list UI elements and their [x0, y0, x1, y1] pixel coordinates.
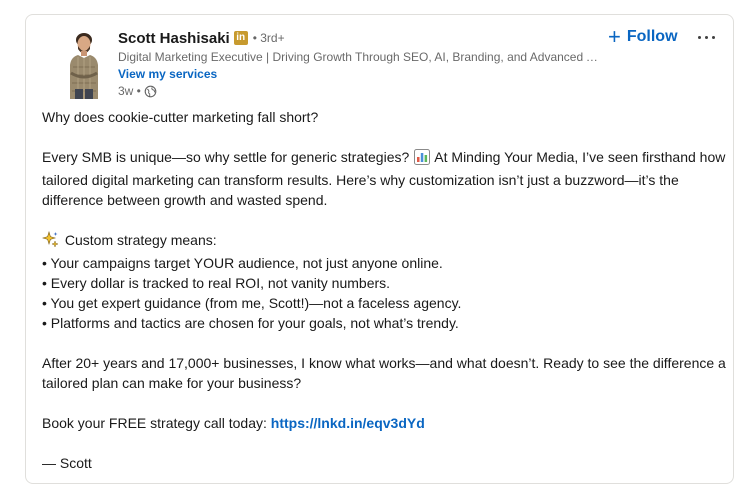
author-avatar[interactable]: [60, 27, 108, 99]
globe-icon: [144, 85, 157, 98]
cta-line: Book your FREE strategy call today: http…: [42, 413, 727, 433]
bullet-item: • Your campaigns target YOUR audience, n…: [42, 255, 443, 271]
bullet-item: • Every dollar is tracked to real ROI, n…: [42, 275, 391, 291]
post-line-question: Why does cookie-cutter marketing fall sh…: [42, 109, 319, 125]
author-name-row: Scott Hashisaki in • 3rd+: [118, 28, 618, 48]
strategy-heading-line: Custom strategy means:: [41, 230, 727, 253]
linkedin-premium-badge-icon: in: [233, 31, 248, 45]
post-paragraph-intro: Every SMB is unique—so why settle for ge…: [42, 147, 727, 210]
author-name[interactable]: Scott Hashisaki: [118, 30, 230, 47]
bullet-item: • You get expert guidance (from me, Scot…: [42, 295, 462, 311]
post-signoff: — Scott: [42, 455, 92, 471]
ellipsis-dot-icon: [704, 35, 708, 39]
post-meta: 3w •: [118, 83, 618, 99]
post-intro-text-a: Every SMB is unique—so why settle for ge…: [42, 149, 410, 165]
connection-degree: • 3rd+: [252, 31, 285, 45]
post-paragraph-experience: After 20+ years and 17,000+ businesses, …: [42, 355, 726, 391]
post-body: Why does cookie-cutter marketing fall sh…: [41, 107, 727, 473]
strategy-heading: Custom strategy means:: [64, 232, 217, 248]
view-services-link[interactable]: View my services: [118, 66, 618, 82]
sparkles-emoji-icon: [41, 230, 59, 253]
strategy-call-link[interactable]: https://lnkd.in/eqv3dYd: [271, 415, 425, 431]
author-photo: [60, 27, 108, 99]
more-options-button[interactable]: [693, 25, 719, 49]
author-headline: Digital Marketing Executive | Driving Gr…: [118, 50, 603, 64]
plus-icon: +: [608, 24, 621, 49]
ellipsis-dot-icon: [697, 35, 701, 39]
bar-chart-emoji-icon: [414, 149, 431, 170]
post-card: Scott Hashisaki in • 3rd+ Digital Market…: [25, 14, 734, 484]
follow-button[interactable]: + Follow: [608, 25, 678, 49]
author-info: Scott Hashisaki in • 3rd+ Digital Market…: [118, 28, 618, 99]
follow-label: Follow: [626, 28, 678, 45]
ellipsis-dot-icon: [711, 35, 715, 39]
cta-text: Book your FREE strategy call today:: [42, 415, 267, 431]
bullet-item: • Platforms and tactics are chosen for y…: [42, 315, 459, 331]
post-time: 3w •: [118, 84, 141, 98]
